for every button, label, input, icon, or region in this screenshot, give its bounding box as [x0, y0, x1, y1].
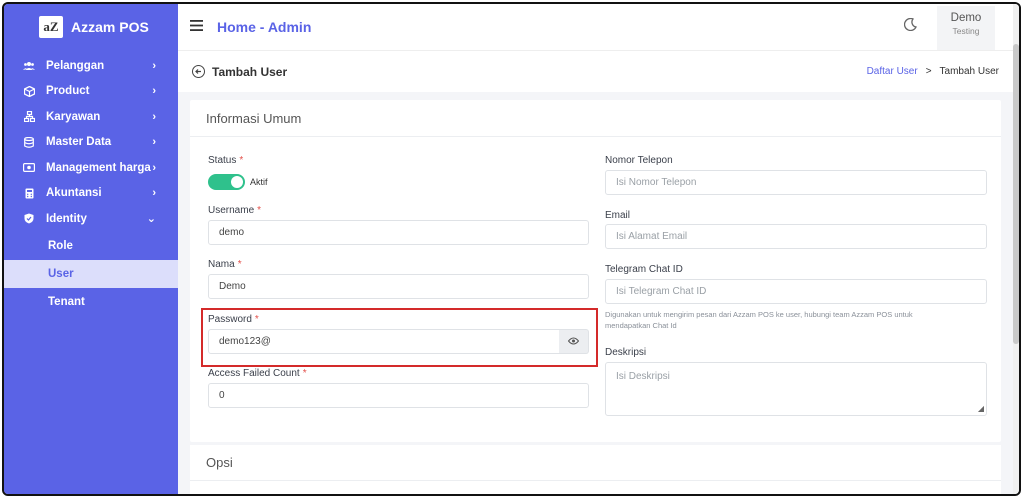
sidebar-menu: Pelanggan › Product › Karyawan › Master … [4, 53, 178, 316]
username-input[interactable]: demo [208, 220, 589, 245]
form-card-informasi-umum: Informasi Umum Status * Aktif Username * d… [190, 100, 1001, 442]
required-marker: * [237, 259, 242, 270]
email-input[interactable]: Isi Alamat Email [605, 224, 987, 249]
telegram-help-line-2: mendapatkan Chat Id [605, 321, 677, 330]
breadcrumb-link-daftar-user[interactable]: Daftar User [867, 66, 918, 77]
sidebar-item-label: Identity [46, 212, 87, 225]
chevron-right-icon: › [152, 187, 156, 200]
brand-name: Azzam POS [71, 19, 149, 35]
toggle-password-visibility-button[interactable] [559, 329, 589, 354]
sidebar-item-label: Karyawan [46, 110, 101, 123]
telegram-help-line-1: Digunakan untuk mengirim pesan dari Azza… [605, 310, 913, 319]
status-label-text: Status [208, 155, 237, 166]
sidebar-item-label: Pelanggan [46, 59, 105, 72]
brand-logo: aZ [39, 16, 63, 38]
calculator-icon [22, 187, 36, 199]
breadcrumb: Daftar User > Tambah User [867, 66, 999, 77]
username-label: Username * [208, 205, 261, 216]
telegram-chat-id-label: Telegram Chat ID [605, 264, 683, 275]
user-name: Demo [950, 12, 982, 24]
status-toggle-label: Aktif [250, 177, 268, 187]
breadcrumb-current: Tambah User [939, 66, 999, 77]
page-scrollbar[interactable] [1013, 4, 1019, 494]
dark-mode-toggle-icon[interactable] [903, 17, 917, 34]
breadcrumb-separator: > [925, 66, 932, 77]
section-title-opsi: Opsi [190, 445, 1001, 481]
sidebar-item-product[interactable]: Product › [4, 79, 178, 105]
sub-header: Tambah User Daftar User > Tambah User [178, 50, 1019, 92]
deskripsi-label: Deskripsi [605, 347, 647, 358]
required-marker: * [239, 155, 244, 166]
status-label: Status * [208, 155, 243, 166]
brand[interactable]: aZ Azzam POS [4, 4, 178, 50]
access-failed-count-label: Access Failed Count * [208, 368, 307, 379]
nama-input[interactable]: Demo [208, 274, 589, 299]
user-role: Testing [952, 26, 980, 36]
chevron-down-icon: ⌄ [146, 213, 156, 226]
page-title: Tambah User [212, 64, 288, 79]
resize-handle-icon[interactable]: ◢ [978, 404, 984, 413]
chevron-right-icon: › [152, 59, 156, 72]
users-icon [22, 60, 36, 72]
sidebar-item-label: Product [46, 85, 90, 98]
nama-label-text: Nama [208, 259, 235, 270]
form-card-opsi: Opsi [190, 445, 1001, 494]
required-marker: * [257, 205, 262, 216]
username-label-text: Username [208, 205, 255, 216]
section-title: Informasi Umum [190, 100, 1001, 137]
money-icon [22, 162, 36, 174]
eye-icon [567, 336, 580, 348]
access-failed-count-input[interactable]: 0 [208, 383, 589, 408]
sidebar-item-role[interactable]: Role [4, 232, 178, 260]
page-header-title: Home - Admin [217, 19, 312, 35]
app-window: aZ Azzam POS Pelanggan › Product › Karya… [2, 2, 1021, 496]
sidebar-item-label: Master Data [46, 136, 112, 149]
status-toggle[interactable] [208, 174, 245, 190]
sidebar-item-label: Management harga [46, 161, 151, 174]
deskripsi-textarea[interactable]: Isi Deskripsi ◢ [605, 362, 987, 416]
back-arrow-icon[interactable] [192, 65, 205, 78]
sidebar-item-akuntansi[interactable]: Akuntansi › [4, 181, 178, 207]
sidebar-item-pelanggan[interactable]: Pelanggan › [4, 53, 178, 79]
sidebar-item-master-data[interactable]: Master Data › [4, 130, 178, 156]
chevron-right-icon: › [152, 136, 156, 149]
sidebar-item-label: Akuntansi [46, 187, 102, 200]
nomor-telepon-label: Nomor Telepon [605, 155, 673, 166]
top-bar: Home - Admin Demo Testing [178, 4, 1019, 50]
sidebar: aZ Azzam POS Pelanggan › Product › Karya… [4, 4, 178, 494]
sidebar-item-user[interactable]: User [4, 259, 178, 288]
chevron-right-icon: › [152, 161, 156, 174]
required-marker: * [254, 314, 259, 325]
user-menu[interactable]: Demo Testing [937, 6, 995, 50]
sidebar-item-karyawan[interactable]: Karyawan › [4, 104, 178, 130]
password-label: Password * [208, 314, 259, 325]
telegram-help-text: Digunakan untuk mengirim pesan dari Azza… [605, 309, 987, 331]
telegram-chat-id-input[interactable]: Isi Telegram Chat ID [605, 279, 987, 304]
email-label: Email [605, 210, 631, 221]
chevron-right-icon: › [152, 110, 156, 123]
database-icon [22, 136, 36, 148]
hamburger-menu-icon[interactable] [190, 18, 203, 36]
access-failed-count-label-text: Access Failed Count [208, 368, 300, 379]
sidebar-item-tenant[interactable]: Tenant [4, 288, 178, 316]
org-icon [22, 111, 36, 123]
required-marker: * [302, 368, 307, 379]
shield-icon [22, 213, 36, 225]
sidebar-item-identity[interactable]: Identity ⌄ [4, 206, 178, 232]
chevron-right-icon: › [152, 85, 156, 98]
box-icon [22, 85, 36, 97]
password-input[interactable]: demo123@ [208, 329, 560, 354]
nama-label: Nama * [208, 259, 242, 270]
nomor-telepon-input[interactable]: Isi Nomor Telepon [605, 170, 987, 195]
password-label-text: Password [208, 314, 252, 325]
scrollbar-thumb[interactable] [1013, 44, 1019, 344]
deskripsi-placeholder: Isi Deskripsi [616, 371, 670, 382]
sidebar-item-management-harga[interactable]: Management harga › [4, 155, 178, 181]
